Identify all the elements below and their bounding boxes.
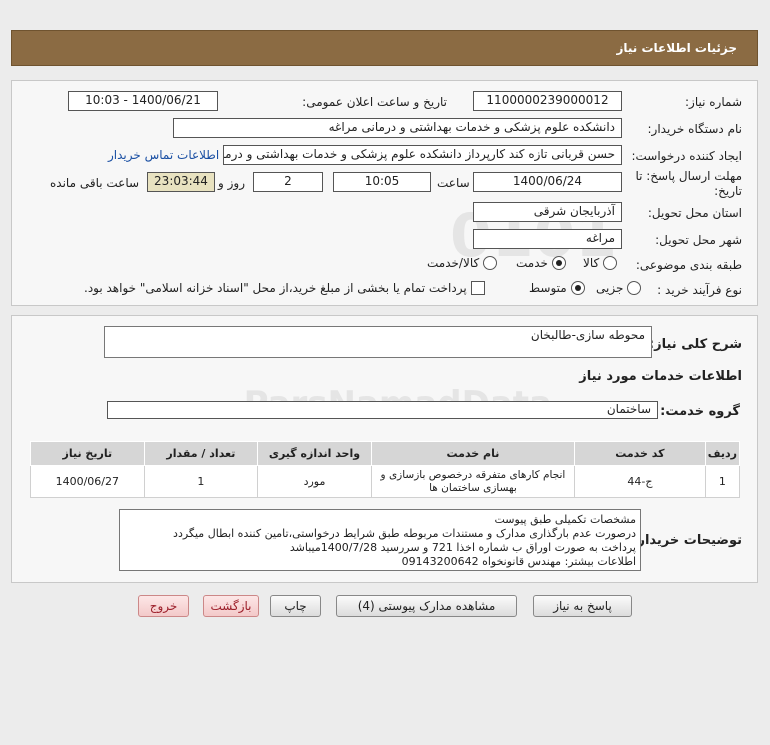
- deadline-time-label: ساعت: [437, 176, 470, 190]
- buyer-org-label: نام دستگاه خریدار:: [647, 122, 743, 136]
- treasury-payment-option[interactable]: پرداخت تمام یا بخشی از مبلغ خرید،از محل …: [84, 281, 485, 295]
- cell-date: 1400/06/27: [30, 465, 145, 498]
- province-field: آذربایجان شرقی: [473, 202, 622, 222]
- print-button[interactable]: چاپ: [270, 595, 321, 617]
- city-field: مراغه: [473, 229, 622, 249]
- process-option-minor[interactable]: جزیی: [596, 281, 642, 295]
- remaining-time-field: 23:03:44: [147, 172, 215, 192]
- city-label: شهر محل تحویل:: [655, 233, 742, 247]
- cell-unit: مورد: [257, 465, 372, 498]
- col-row: ردیف: [704, 441, 741, 466]
- category-option-goods-service-label: کالا/خدمت: [427, 256, 480, 270]
- requester-label: ایجاد کننده درخواست:: [631, 149, 742, 163]
- services-table: ردیف کد خدمت نام خدمت واحد اندازه گیری ت…: [30, 441, 741, 498]
- process-label: نوع فرآیند خرید :: [657, 283, 742, 297]
- process-radio-minor[interactable]: [627, 281, 642, 295]
- cell-row: 1: [704, 465, 741, 498]
- buyer-contact-link[interactable]: اطلاعات تماس خریدار: [108, 148, 219, 162]
- need-number-label: شماره نیاز:: [685, 95, 742, 109]
- category-option-service-label: خدمت: [516, 256, 548, 270]
- description-field: محوطه سازی-طالبخان: [104, 326, 652, 358]
- exit-button[interactable]: خروج: [138, 595, 189, 617]
- process-option-medium[interactable]: متوسط: [529, 281, 585, 295]
- category-option-goods-label: کالا: [583, 256, 600, 270]
- category-label: طبقه بندی موضوعی:: [635, 258, 742, 272]
- view-attachments-button[interactable]: مشاهده مدارک پیوستی (4): [336, 595, 517, 617]
- description-label: شرح کلی نیاز:: [648, 337, 742, 352]
- province-label: استان محل تحویل:: [647, 206, 742, 220]
- treasury-note: پرداخت تمام یا بخشی از مبلغ خرید،از محل …: [84, 281, 467, 295]
- cell-qty: 1: [143, 465, 259, 498]
- treasury-checkbox[interactable]: [470, 281, 485, 295]
- cell-name: انجام کارهای متفرقه درخصوص بازسازی و بهس…: [370, 465, 576, 498]
- category-option-goods-service[interactable]: کالا/خدمت: [427, 256, 498, 270]
- announce-date-label: تاریخ و ساعت اعلان عمومی:: [302, 95, 447, 109]
- process-option-minor-label: جزیی: [596, 281, 624, 295]
- reply-button[interactable]: پاسخ به نیاز: [533, 595, 632, 617]
- category-radio-goods[interactable]: [603, 256, 618, 270]
- page-header: جزئیات اطلاعات نیاز: [11, 30, 758, 66]
- process-radio-medium[interactable]: [570, 281, 585, 295]
- announce-date-field: 1400/06/21 - 10:03: [68, 91, 218, 111]
- buyer-notes-line: مشخصات تکمیلی طبق پیوست: [494, 513, 637, 526]
- deadline-time-field: 10:05: [333, 172, 431, 192]
- page-title: جزئیات اطلاعات نیاز: [616, 41, 737, 55]
- col-date: تاریخ نیاز: [30, 441, 145, 466]
- buyer-notes-line: اطلاعات بیشتر: مهندس قانونخواه 091432006…: [401, 555, 636, 568]
- days-label: روز و: [218, 176, 245, 190]
- category-radio-service[interactable]: [551, 256, 566, 270]
- deadline-label-line2: تاریخ:: [714, 184, 742, 198]
- services-section-title: اطلاعات خدمات مورد نیاز: [579, 369, 742, 384]
- deadline-label-line1: مهلت ارسال پاسخ: تا: [635, 169, 742, 183]
- table-row: 1 ج-44 انجام کارهای متفرقه درخصوص بازساز…: [30, 465, 741, 498]
- buyer-notes-label: توضیحات خریدار:: [632, 533, 742, 548]
- days-field: 2: [253, 172, 323, 192]
- requester-field: حسن قربانی تازه کند کارپرداز دانشکده علو…: [223, 145, 622, 165]
- buyer-notes-line: درصورت عدم بارگذاری مدارک و مستندات مربو…: [173, 527, 636, 540]
- buyer-org-field: دانشکده علوم پزشکی و خدمات بهداشتی و درم…: [173, 118, 622, 138]
- category-option-goods[interactable]: کالا: [583, 256, 618, 270]
- col-unit: واحد اندازه گیری: [257, 441, 372, 466]
- category-radio-goods-service[interactable]: [483, 256, 498, 270]
- services-table-header: ردیف کد خدمت نام خدمت واحد اندازه گیری ت…: [30, 441, 741, 466]
- process-option-medium-label: متوسط: [529, 281, 567, 295]
- back-button[interactable]: بازگشت: [203, 595, 259, 617]
- buyer-notes-line: پرداخت به صورت اوراق ب شماره اخذا 721 و …: [289, 541, 636, 554]
- need-number-field: 1100000239000012: [473, 91, 622, 111]
- col-name: نام خدمت: [370, 441, 576, 466]
- col-code: کد خدمت: [574, 441, 706, 466]
- cell-code: ج-44: [574, 465, 706, 498]
- need-details-panel: 0101: [11, 80, 758, 306]
- buyer-notes-box: مشخصات تکمیلی طبق پیوست درصورت عدم بارگذ…: [119, 509, 641, 571]
- col-qty: تعداد / مقدار: [143, 441, 259, 466]
- service-group-label: گروه خدمت:: [660, 404, 740, 419]
- remaining-label: ساعت باقی مانده: [50, 176, 140, 190]
- service-group-field: ساختمان: [107, 401, 658, 419]
- deadline-date-field: 1400/06/24: [473, 172, 622, 192]
- category-option-service[interactable]: خدمت: [516, 256, 566, 270]
